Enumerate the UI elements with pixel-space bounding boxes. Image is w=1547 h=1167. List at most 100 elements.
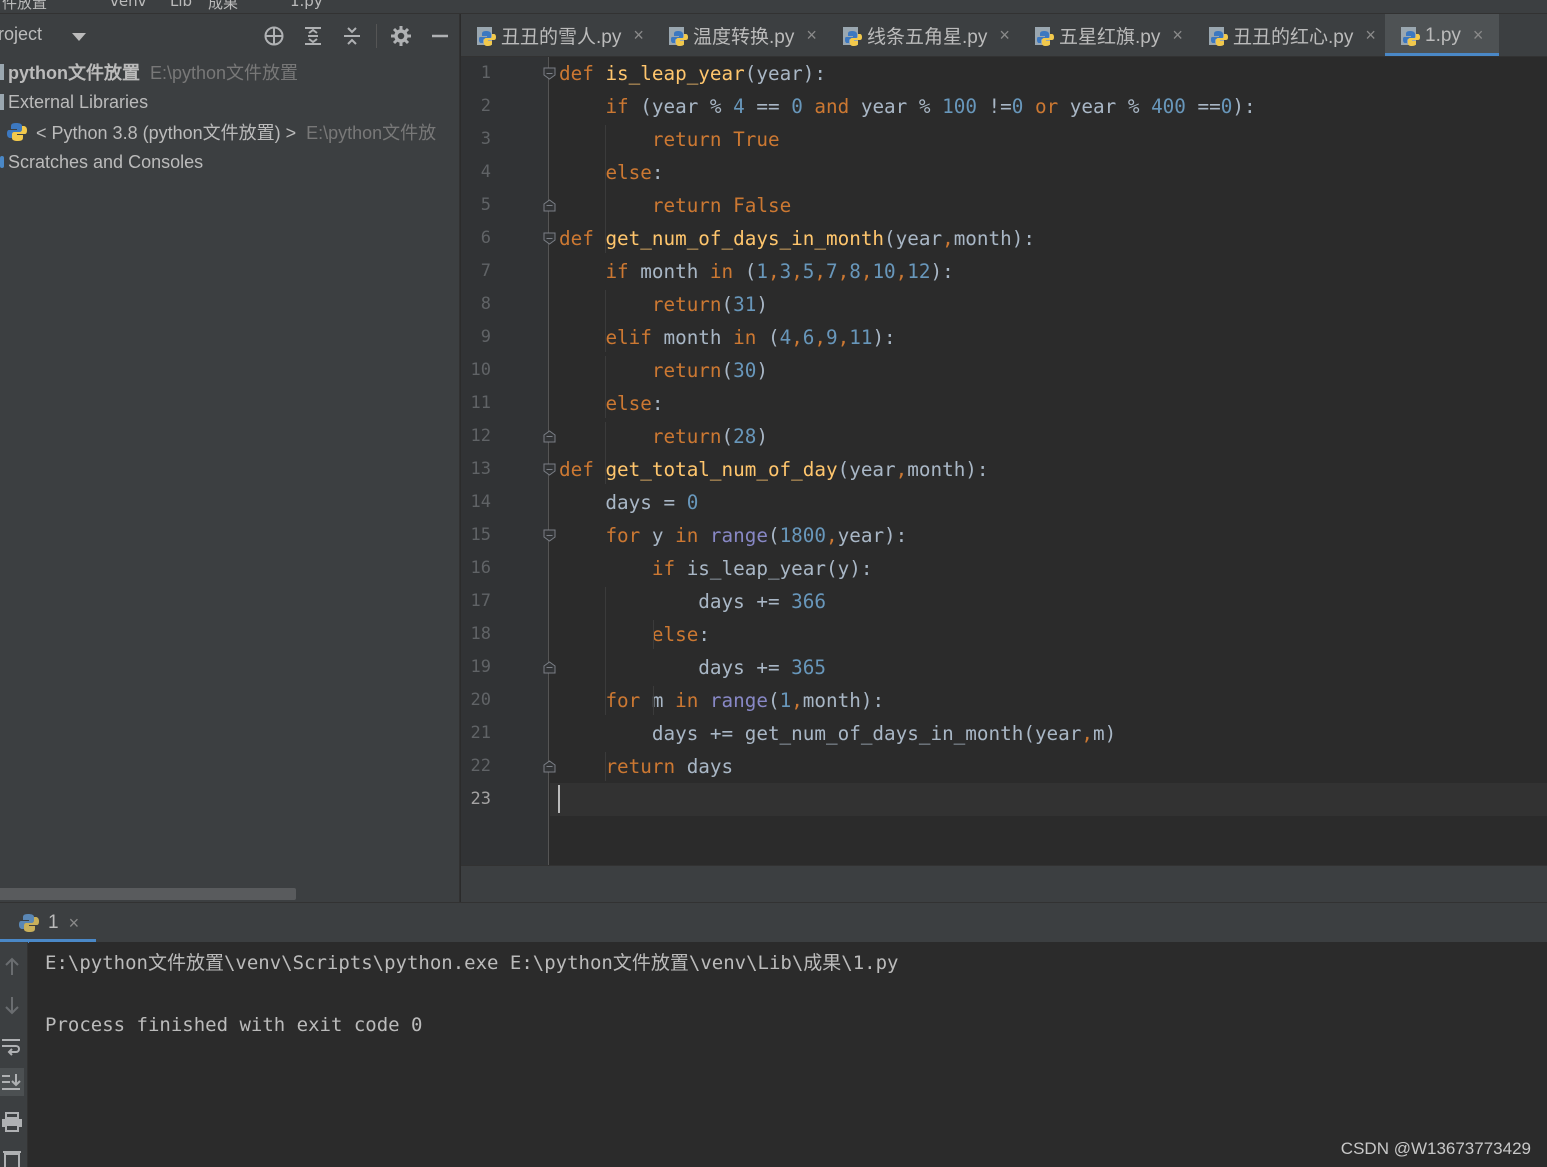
tree-item-label: Scratches and Consoles <box>8 151 204 172</box>
close-icon[interactable]: × <box>1172 25 1183 46</box>
current-line-highlight <box>550 783 1547 816</box>
fold-end-icon[interactable] <box>543 430 556 443</box>
code-line[interactable]: return days <box>559 750 733 783</box>
line-number: 18 <box>470 624 491 644</box>
line-number: 11 <box>470 393 491 413</box>
fold-open-icon[interactable] <box>543 529 556 542</box>
close-icon[interactable]: × <box>1365 25 1376 46</box>
tree-item-scratches[interactable]: Scratches and Consoles <box>0 148 203 176</box>
close-icon[interactable]: × <box>69 913 80 934</box>
code-line[interactable]: for y in range(1800,year): <box>559 519 907 552</box>
horizontal-scrollbar[interactable] <box>0 888 296 900</box>
close-icon[interactable]: × <box>999 25 1010 46</box>
code-line[interactable]: days += 365 <box>559 651 826 684</box>
fold-open-icon[interactable] <box>543 463 556 476</box>
run-tab-label: 1 <box>48 912 59 933</box>
print-icon[interactable] <box>0 1110 24 1134</box>
code-line[interactable]: elif month in (4,6,9,11): <box>559 321 895 354</box>
tab-file-4[interactable]: 丑丑的红心.py × <box>1193 14 1385 56</box>
folder-icon <box>0 64 4 80</box>
line-number: 3 <box>480 129 491 149</box>
project-panel-title[interactable]: roject <box>0 24 42 45</box>
expand-all-icon[interactable] <box>301 24 325 48</box>
project-panel: roject python文件放置 E:\python文件放置 External… <box>0 14 460 902</box>
code-line[interactable]: for m in range(1,month): <box>559 684 884 717</box>
line-number: 10 <box>470 360 491 380</box>
line-number: 21 <box>470 723 491 743</box>
tree-item-label: python文件放置 <box>8 63 140 83</box>
minimize-icon[interactable] <box>428 24 452 48</box>
tab-label: 丑丑的红心.py <box>1233 27 1354 48</box>
line-number: 17 <box>470 591 491 611</box>
tab-file-5[interactable]: 1.py × <box>1385 14 1499 56</box>
tab-file-2[interactable]: 线条五角星.py × <box>827 14 1019 56</box>
fold-open-icon[interactable] <box>543 67 556 80</box>
fold-open-icon[interactable] <box>543 232 556 245</box>
tree-item-python-sdk[interactable]: < Python 3.8 (python文件放置) > E:\python文件放 <box>6 118 436 146</box>
code-line[interactable]: if (year % 4 == 0 and year % 100 !=0 or … <box>559 90 1255 123</box>
tree-item-project-root[interactable]: python文件放置 E:\python文件放置 <box>0 58 298 86</box>
code-line[interactable]: return(31) <box>559 288 768 321</box>
scratches-icon <box>0 156 4 168</box>
scroll-to-end-icon[interactable] <box>0 1068 24 1096</box>
run-tab[interactable]: 1 × <box>0 903 96 943</box>
down-arrow-icon[interactable] <box>0 994 24 1018</box>
chevron-down-icon[interactable] <box>72 33 86 41</box>
code-line[interactable]: return(30) <box>559 354 768 387</box>
editor-bottom-bar <box>461 865 1547 902</box>
code-line[interactable]: if month in (1,3,5,7,8,10,12): <box>559 255 953 288</box>
tab-file-0[interactable]: 丑丑的雪人.py × <box>461 14 653 56</box>
code-editor[interactable]: 1 2 3 4 5 6 7 8 9 10 11 12 13 14 15 16 17 18 19 20 21 22 23 de… <box>461 57 1547 865</box>
breadcrumb-segment[interactable]: venv <box>110 0 147 10</box>
close-icon[interactable]: × <box>633 25 644 46</box>
indent-guide <box>653 620 654 649</box>
code-line[interactable]: else: <box>559 618 710 651</box>
soft-wrap-icon[interactable] <box>0 1034 24 1058</box>
line-number: 14 <box>470 492 491 512</box>
trash-icon[interactable] <box>0 1146 24 1167</box>
console-line: Process finished with exit code 0 <box>45 1014 423 1036</box>
indent-guide <box>605 290 606 352</box>
line-number: 1 <box>480 63 491 83</box>
code-line[interactable]: if is_leap_year(y): <box>559 552 873 585</box>
code-line[interactable]: else: <box>559 387 663 420</box>
breadcrumb-segment[interactable]: 件放置 <box>2 0 47 13</box>
watermark: CSDN @W13673773429 <box>1340 1139 1531 1158</box>
code-line[interactable]: days = 0 <box>559 486 698 519</box>
code-line[interactable]: days += 366 <box>559 585 826 618</box>
fold-end-icon[interactable] <box>543 199 556 212</box>
line-number: 2 <box>480 96 491 116</box>
collapse-all-icon[interactable] <box>340 24 364 48</box>
gear-icon[interactable] <box>389 24 413 48</box>
code-line[interactable]: def get_num_of_days_in_month(year,month)… <box>559 222 1035 255</box>
console-output[interactable]: E:\python文件放置\venv\Scripts\python.exe E:… <box>29 942 1547 1167</box>
close-icon[interactable]: × <box>1473 25 1484 46</box>
breadcrumb-segment[interactable]: Lib <box>170 0 192 10</box>
code-line[interactable]: def is_leap_year(year): <box>559 57 826 90</box>
tree-item-external-libraries[interactable]: External Libraries <box>0 88 148 116</box>
code-line[interactable]: def get_total_num_of_day(year,month): <box>559 453 989 486</box>
line-number: 19 <box>470 657 491 677</box>
tab-file-3[interactable]: 五星红旗.py × <box>1019 14 1193 56</box>
locate-icon[interactable] <box>262 24 286 48</box>
tab-file-1[interactable]: 温度转换.py × <box>653 14 827 56</box>
code-line[interactable]: return True <box>559 123 780 156</box>
python-file-icon <box>841 25 863 47</box>
tree-item-path: E:\python文件放 <box>306 123 437 143</box>
editor-tab-bar: 丑丑的雪人.py × 温度转换.py × 线条五角星.py × 五星红旗.py … <box>461 14 1547 57</box>
code-line[interactable]: else: <box>559 156 663 189</box>
line-number: 12 <box>470 426 491 446</box>
line-number: 8 <box>480 294 491 314</box>
fold-end-icon[interactable] <box>543 661 556 674</box>
code-line[interactable]: return(28) <box>559 420 768 453</box>
python-file-icon <box>475 25 497 47</box>
code-line[interactable]: days += get_num_of_days_in_month(year,m) <box>559 717 1116 750</box>
close-icon[interactable]: × <box>806 25 817 46</box>
code-line[interactable]: return False <box>559 189 791 222</box>
up-arrow-icon[interactable] <box>0 954 24 978</box>
breadcrumb-segment[interactable]: 1.py <box>290 0 323 10</box>
breadcrumb-segment[interactable]: 成果 <box>208 0 238 13</box>
fold-end-icon[interactable] <box>543 760 556 773</box>
indent-guide <box>653 686 654 715</box>
line-number: 22 <box>470 756 491 776</box>
